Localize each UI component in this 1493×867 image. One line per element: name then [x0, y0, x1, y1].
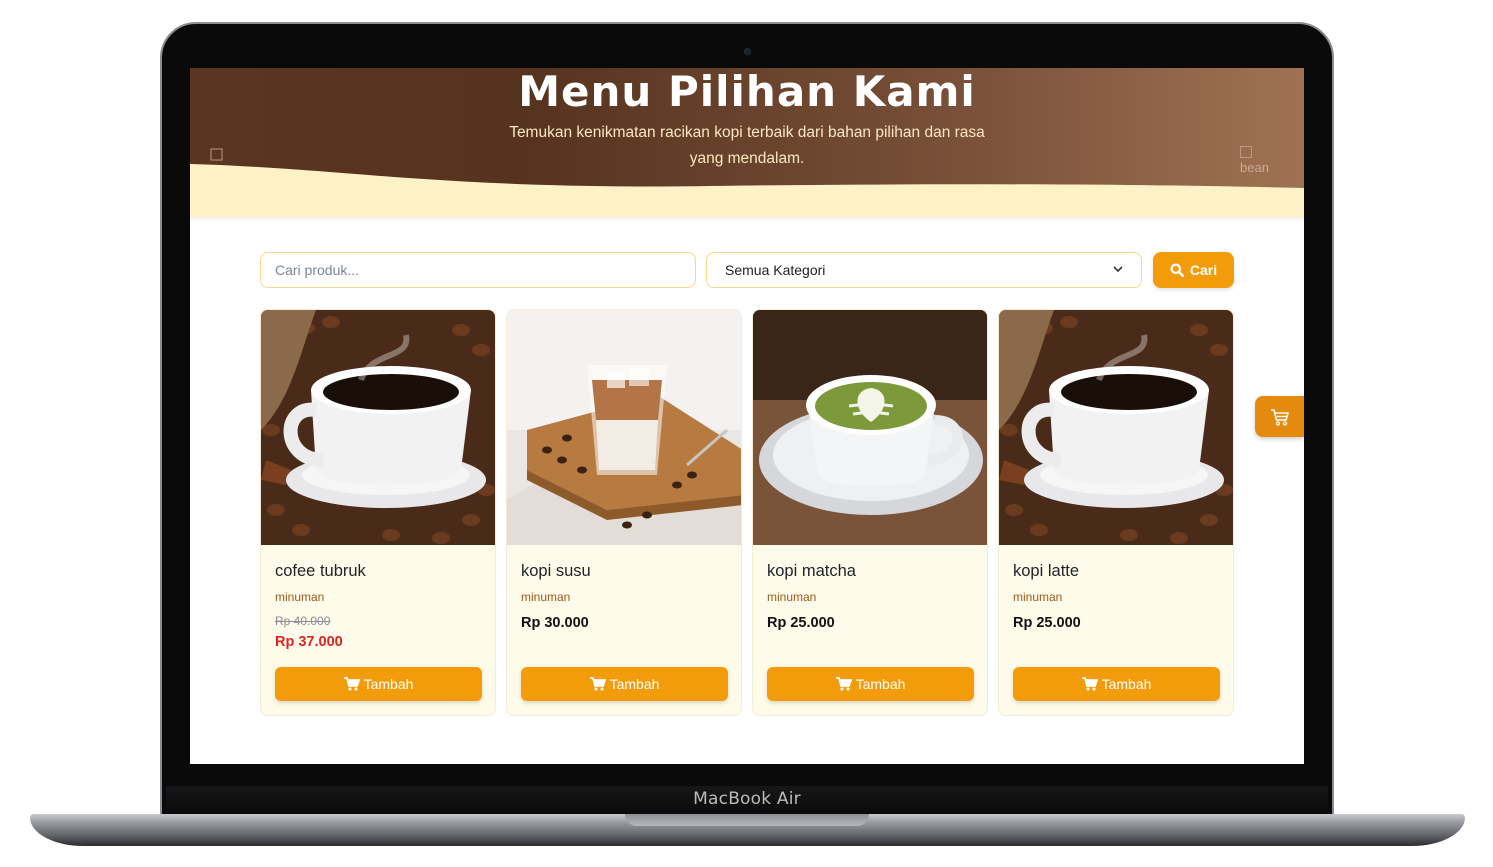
cart-icon [1270, 408, 1289, 426]
search-input[interactable] [260, 252, 696, 288]
add-to-cart-label: Tambah [609, 676, 660, 692]
search-button[interactable]: Cari [1153, 252, 1234, 288]
product-price: Rp 25.000 [1013, 615, 1081, 631]
add-to-cart-label: Tambah [1101, 676, 1152, 692]
hero-banner: Menu Pilihan Kami Temukan kenikmatan rac… [190, 68, 1304, 217]
product-card: kopi susu minuman Rp 30.000 Tambah [506, 309, 742, 716]
product-sale-price: Rp 37.000 [275, 634, 343, 650]
cart-icon [835, 677, 852, 691]
product-card: kopi latte minuman Rp 25.000 Tambah [998, 309, 1234, 716]
camera-icon [744, 48, 751, 55]
product-name: cofee tubruk [275, 562, 366, 580]
product-image [261, 310, 495, 545]
cart-icon [589, 677, 606, 691]
cart-icon [343, 677, 360, 691]
add-to-cart-button[interactable]: Tambah [521, 667, 728, 701]
add-to-cart-button[interactable]: Tambah [275, 667, 482, 701]
add-to-cart-button[interactable]: Tambah [1013, 667, 1220, 701]
product-price: Rp 25.000 [767, 615, 835, 631]
product-original-price: Rp 40.000 [275, 614, 331, 628]
add-to-cart-label: Tambah [855, 676, 906, 692]
product-card: kopi matcha minuman Rp 25.000 Tambah [752, 309, 988, 716]
floating-cart-button[interactable] [1255, 396, 1304, 437]
search-button-label: Cari [1189, 262, 1218, 278]
cart-icon [1081, 677, 1098, 691]
device-label: MacBook Air [693, 789, 801, 809]
product-category: minuman [521, 590, 571, 604]
add-to-cart-label: Tambah [363, 676, 414, 692]
add-to-cart-button[interactable]: Tambah [767, 667, 974, 701]
browser-viewport: Menu Pilihan Kami Temukan kenikmatan rac… [190, 68, 1304, 764]
product-price: Rp 30.000 [521, 615, 589, 631]
search-icon [1170, 263, 1184, 277]
laptop-notch [625, 814, 869, 826]
bean-alt-text: bean [1240, 160, 1269, 175]
category-selected-value: Semua Kategori [725, 262, 826, 278]
product-category: minuman [1013, 590, 1063, 604]
bean-image-right: bean [1240, 146, 1269, 175]
product-category: minuman [767, 590, 817, 604]
page-title: Menu Pilihan Kami [518, 68, 976, 116]
page-subtitle: Temukan kenikmatan racikan kopi terbaik … [509, 124, 985, 167]
product-image [753, 310, 987, 545]
product-name: kopi matcha [767, 562, 856, 580]
product-name: kopi latte [1013, 562, 1080, 580]
chevron-down-icon [1113, 264, 1123, 276]
category-select[interactable]: Semua Kategori [706, 252, 1142, 288]
product-card: cofee tubruk minuman Rp 40.000 Rp 37.000… [260, 309, 496, 716]
broken-image-icon [1240, 146, 1252, 158]
product-name: kopi susu [521, 562, 591, 580]
product-category: minuman [275, 590, 325, 604]
bean-image-left [210, 148, 224, 162]
product-image [999, 310, 1233, 545]
product-image [507, 310, 741, 545]
